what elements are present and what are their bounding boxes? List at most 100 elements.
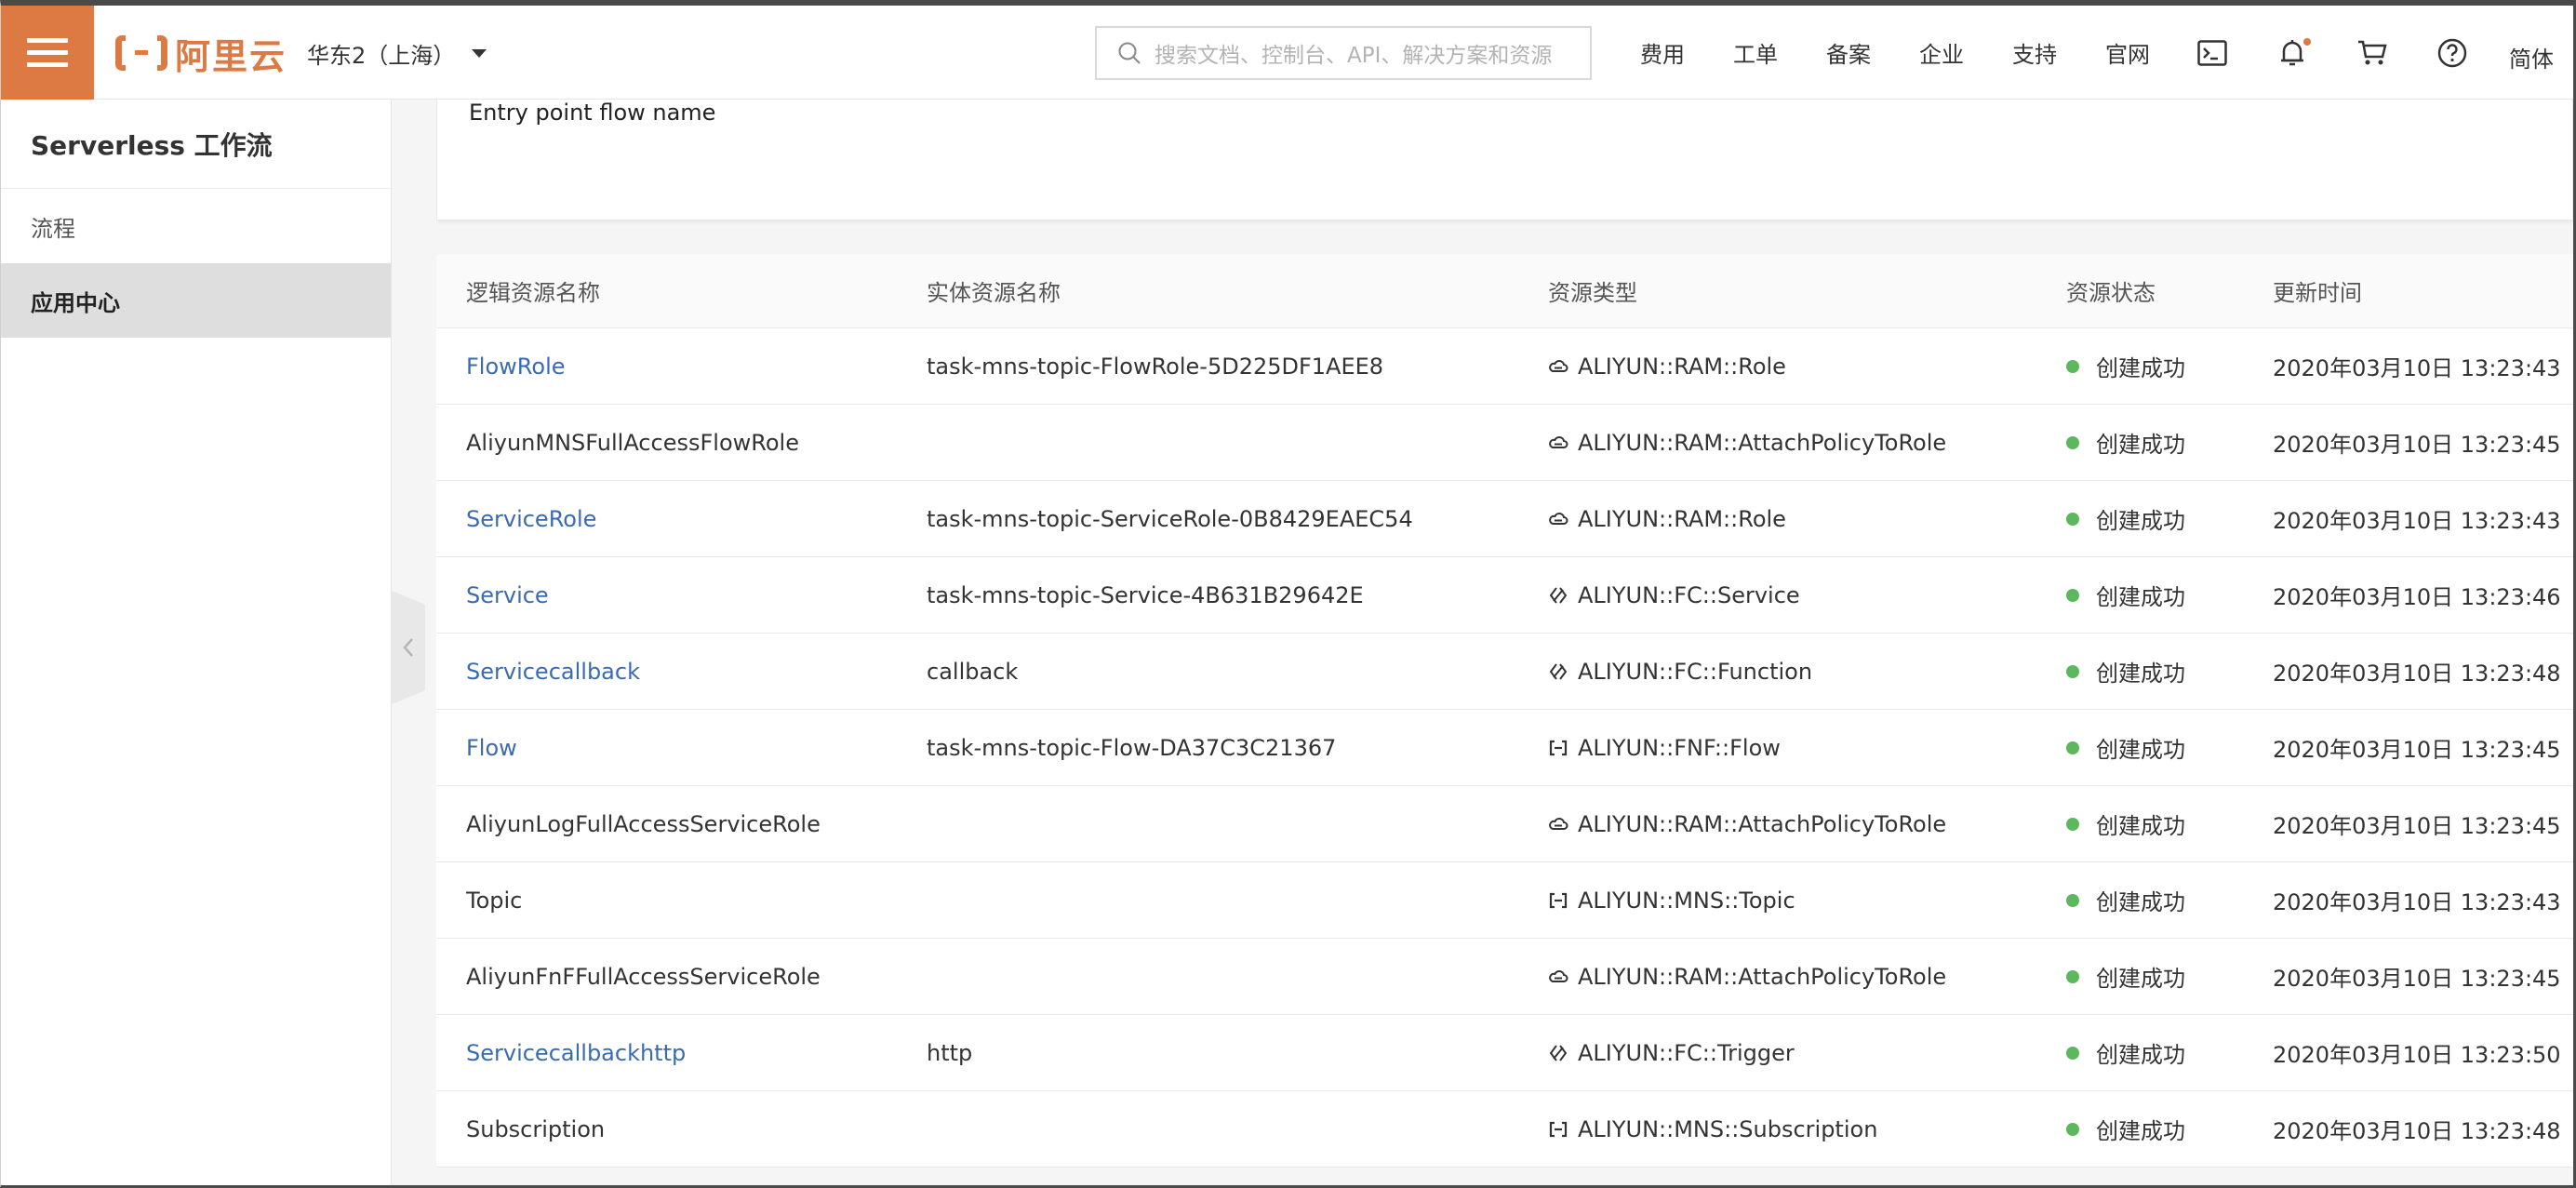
resource-type: ALIYUN::RAM::AttachPolicyToRole — [1578, 963, 1947, 990]
resource-status: 创建成功 — [2096, 1042, 2185, 1068]
bell-icon[interactable] — [2276, 36, 2311, 70]
resource-status: 创建成功 — [2096, 355, 2185, 381]
global-search-input[interactable]: 搜索文档、控制台、API、解决方案和资源 — [1095, 26, 1592, 80]
sidebar: Serverless 工作流 流程 应用中心 — [0, 100, 392, 1185]
status-success-dot — [2066, 1122, 2079, 1136]
status-success-dot — [2066, 359, 2079, 373]
resource-status: 创建成功 — [2096, 584, 2185, 610]
logo-text: 阿里云 — [175, 35, 287, 77]
aliyun-logo[interactable]: 阿里云 — [115, 33, 287, 77]
logical-resource-name[interactable]: Service — [466, 582, 549, 608]
nav-link-enterprise[interactable]: 企业 — [1919, 36, 1964, 69]
function-compute-icon — [1548, 585, 1568, 606]
table-row: Topic ALIYUN::MNS::Topic 创建成功 2020年03月10日 1… — [436, 862, 2573, 939]
cloud-icon — [1548, 509, 1568, 529]
resource-type: ALIYUN::MNS::Topic — [1578, 887, 1795, 914]
resource-type: ALIYUN::FC::Function — [1578, 658, 1813, 685]
updated-time: 2020年03月10日 13:23:43 — [2273, 355, 2561, 381]
resource-type: ALIYUN::FC::Trigger — [1578, 1039, 1795, 1066]
physical-resource-name: task-mns-topic-FlowRole-5D225DF1AEE8 — [927, 353, 1384, 380]
status-success-dot — [2066, 588, 2079, 602]
logical-resource-name: AliyunFnFFullAccessServiceRole — [466, 963, 821, 990]
region-selector[interactable]: 华东2（上海） — [307, 37, 487, 70]
logical-resource-name: AliyunLogFullAccessServiceRole — [466, 810, 821, 837]
nav-link-icp[interactable]: 备案 — [1826, 36, 1871, 69]
table-header: 逻辑资源名称 实体资源名称 资源类型 资源状态 更新时间 — [436, 254, 2573, 328]
status-success-dot — [2066, 435, 2079, 449]
resource-type: ALIYUN::RAM::Role — [1578, 505, 1786, 532]
status-success-dot — [2066, 664, 2079, 678]
table-row: Service task-mns-topic-Service-4B631B2964… — [436, 557, 2573, 634]
cloud-icon — [1548, 356, 1568, 377]
caret-down-icon — [472, 49, 487, 58]
bracket-icon — [1548, 1119, 1568, 1140]
updated-time: 2020年03月10日 13:23:45 — [2273, 813, 2561, 839]
search-placeholder: 搜索文档、控制台、API、解决方案和资源 — [1155, 44, 1553, 68]
table-body: FlowRole task-mns-topic-FlowRole-5D225DF1… — [436, 328, 2573, 1168]
language-switch[interactable]: 简体 — [2509, 41, 2554, 73]
sidebar-title: Serverless 工作流 — [0, 100, 391, 189]
hamburger-menu-button[interactable] — [0, 6, 94, 100]
physical-resource-name: task-mns-topic-Flow-DA37C3C21367 — [927, 734, 1337, 761]
logical-resource-name[interactable]: FlowRole — [466, 354, 566, 380]
header-icon-group — [2196, 6, 2469, 100]
updated-time: 2020年03月10日 13:23:46 — [2273, 584, 2561, 610]
resource-type: ALIYUN::RAM::AttachPolicyToRole — [1578, 810, 1947, 837]
header-links: 费用 工单 备案 企业 支持 官网 — [1640, 6, 2198, 100]
status-success-dot — [2066, 1046, 2079, 1060]
cloud-icon — [1548, 433, 1568, 453]
resource-status: 创建成功 — [2096, 432, 2185, 458]
physical-resource-name: task-mns-topic-ServiceRole-0B8429EAEC54 — [927, 505, 1413, 532]
resource-status: 创建成功 — [2096, 661, 2185, 687]
logical-resource-name: Topic — [466, 887, 523, 914]
terminal-icon[interactable] — [2196, 36, 2229, 70]
help-icon[interactable] — [2436, 36, 2469, 70]
aliyun-logo-icon — [115, 35, 167, 71]
column-header-status: 资源状态 — [2066, 280, 2156, 306]
resource-status: 创建成功 — [2096, 889, 2185, 915]
region-label: 华东2（上海） — [307, 43, 456, 69]
nav-link-official-site[interactable]: 官网 — [2105, 36, 2150, 69]
resource-status: 创建成功 — [2096, 508, 2185, 534]
nav-link-support[interactable]: 支持 — [2012, 36, 2057, 69]
physical-resource-name: task-mns-topic-Service-4B631B29642E — [927, 581, 1364, 608]
resource-status: 创建成功 — [2096, 813, 2185, 839]
function-compute-icon — [1548, 1043, 1568, 1063]
top-navigation-bar: 阿里云 华东2（上海） 搜索文档、控制台、API、解决方案和资源 费用 工单 备… — [0, 6, 2576, 100]
table-row: AliyunMNSFullAccessFlowRole ALIYUN::RAM::… — [436, 405, 2573, 481]
sidebar-collapse-handle[interactable] — [392, 591, 425, 704]
resource-status: 创建成功 — [2096, 1118, 2185, 1144]
updated-time: 2020年03月10日 13:23:45 — [2273, 432, 2561, 458]
table-row: AliyunFnFFullAccessServiceRole ALIYUN::RA… — [436, 939, 2573, 1015]
resource-type: ALIYUN::FNF::Flow — [1578, 734, 1781, 761]
sidebar-item-flows[interactable]: 流程 — [0, 189, 391, 263]
cart-icon[interactable] — [2356, 36, 2389, 70]
nav-link-tickets[interactable]: 工单 — [1733, 36, 1778, 69]
logical-resource-name[interactable]: Servicecallbackhttp — [466, 1040, 686, 1066]
table-row: Subscription ALIYUN::MNS::Subscription 创建成… — [436, 1091, 2573, 1168]
column-header-updated-time: 更新时间 — [2273, 280, 2362, 306]
resource-type: ALIYUN::RAM::Role — [1578, 353, 1786, 380]
logical-resource-name[interactable]: ServiceRole — [466, 506, 596, 532]
nav-link-fees[interactable]: 费用 — [1640, 36, 1685, 69]
table-row: Servicecallback callback ALIYUN::FC::Funct… — [436, 634, 2573, 710]
updated-time: 2020年03月10日 13:23:48 — [2273, 1118, 2561, 1144]
table-row: FlowRole task-mns-topic-FlowRole-5D225DF1… — [436, 328, 2573, 405]
bracket-icon — [1548, 890, 1568, 911]
updated-time: 2020年03月10日 13:23:43 — [2273, 889, 2561, 915]
physical-resource-name: callback — [927, 658, 1019, 685]
chevron-left-icon — [403, 638, 413, 657]
status-success-dot — [2066, 969, 2079, 983]
status-success-dot — [2066, 741, 2079, 754]
table-row: Servicecallbackhttp http ALIYUN::FC::Trigg… — [436, 1015, 2573, 1091]
sidebar-item-app-center[interactable]: 应用中心 — [0, 263, 391, 338]
logical-resource-name[interactable]: Servicecallback — [466, 659, 640, 685]
logical-resource-name[interactable]: Flow — [466, 735, 517, 761]
cloud-icon — [1548, 814, 1568, 834]
updated-time: 2020年03月10日 13:23:48 — [2273, 661, 2561, 687]
entry-flow-label: Entry point flow name — [469, 100, 716, 126]
status-success-dot — [2066, 893, 2079, 907]
menu-icon — [26, 37, 68, 68]
logical-resource-name: AliyunMNSFullAccessFlowRole — [466, 429, 799, 456]
table-row: AliyunLogFullAccessServiceRole ALIYUN::RA… — [436, 786, 2573, 862]
